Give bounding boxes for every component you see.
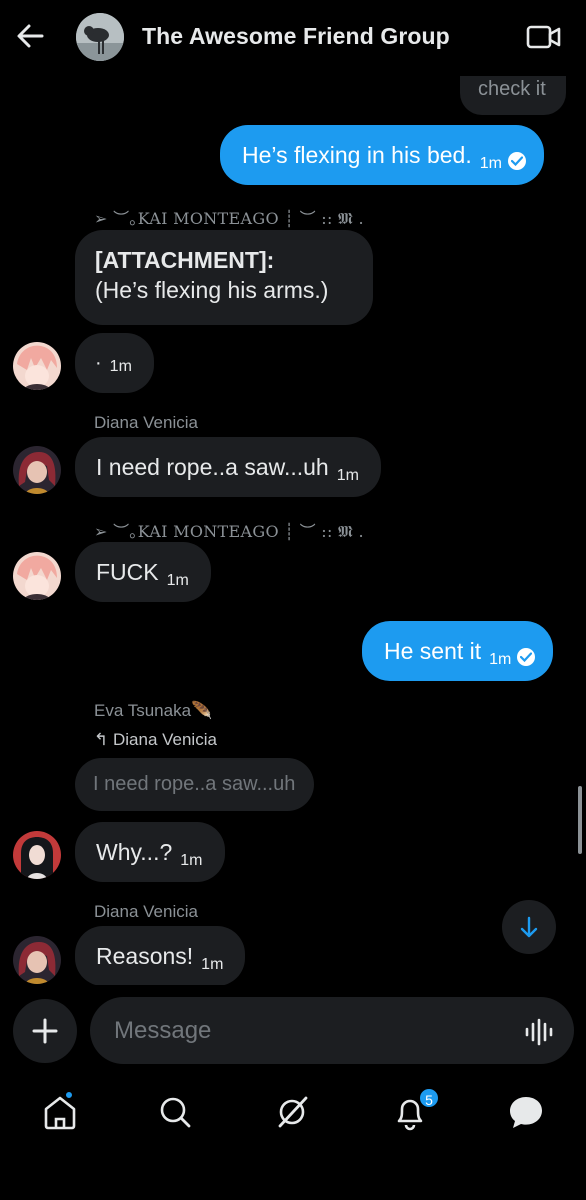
notification-count-badge: 5 xyxy=(418,1087,440,1109)
back-arrow-icon[interactable] xyxy=(14,20,46,52)
search-icon[interactable] xyxy=(155,1092,195,1132)
sender-name: Diana Venicia xyxy=(94,413,198,432)
arrow-down-icon xyxy=(520,916,538,938)
sender-name: ➢ ︶｡KAI MONTEAGO ┊ ︶ :: 𝕸 . xyxy=(94,522,364,541)
message-list[interactable]: check it He’s flexing in his bed. 1m ➢ ︶｡… xyxy=(0,60,586,985)
avatar[interactable] xyxy=(13,446,61,494)
scroll-to-bottom-button[interactable] xyxy=(502,900,556,954)
sender-name: Diana Venicia xyxy=(94,902,198,921)
message-text: He sent it xyxy=(384,638,482,664)
sender-name: Eva Tsunaka🪶 xyxy=(94,701,213,720)
message-text: · xyxy=(95,352,102,374)
quoted-text: I need rope..a saw...uh xyxy=(93,773,296,795)
message-time: 1m xyxy=(166,572,189,589)
message-time: 1m xyxy=(201,956,224,973)
message-text: I need rope..a saw...uh xyxy=(96,454,329,480)
message-text: FUCK xyxy=(96,559,159,585)
sender-name: ➢ ︶｡KAI MONTEAGO ┊ ︶ :: 𝕸 . xyxy=(94,209,364,228)
notification-dot xyxy=(64,1090,74,1100)
message-bubble[interactable]: Reasons! 1m xyxy=(75,926,246,985)
reply-to-name: Diana Venicia xyxy=(112,730,217,749)
message-composer xyxy=(0,988,586,1078)
message-text: (He’s flexing his arms.) xyxy=(95,277,329,303)
message-bubble-outgoing[interactable]: He’s flexing in his bed. 1m xyxy=(220,125,544,185)
avatar[interactable] xyxy=(13,342,61,390)
message-bubble[interactable]: · 1m xyxy=(75,333,154,393)
message-text-heading: [ATTACHMENT]: xyxy=(95,247,275,273)
message-bubble[interactable]: FUCK 1m xyxy=(75,542,211,602)
chat-header: The Awesome Friend Group xyxy=(0,0,586,76)
message-text: He’s flexing in his bed. xyxy=(242,142,472,168)
messages-icon[interactable] xyxy=(506,1092,546,1132)
message-time: 1m xyxy=(180,852,203,869)
scrollbar[interactable] xyxy=(578,786,582,854)
message-text: Why...? xyxy=(96,839,173,865)
group-avatar[interactable] xyxy=(76,13,124,61)
avatar[interactable] xyxy=(13,936,61,984)
video-call-icon[interactable] xyxy=(526,22,562,52)
read-receipt-icon xyxy=(507,152,526,170)
quoted-message[interactable]: I need rope..a saw...uh xyxy=(75,758,315,811)
reply-arrow-icon: ↰ xyxy=(94,730,109,749)
reply-indicator: ↰ Diana Venicia xyxy=(94,730,217,750)
avatar[interactable] xyxy=(13,831,61,879)
message-time: 1m xyxy=(489,651,512,668)
message-text: Reasons! xyxy=(96,943,194,969)
message-bubble[interactable]: I need rope..a saw...uh 1m xyxy=(75,437,381,497)
add-attachment-button[interactable] xyxy=(13,999,77,1063)
chat-title[interactable]: The Awesome Friend Group xyxy=(142,23,450,50)
avatar[interactable] xyxy=(13,552,61,600)
message-bubble-outgoing[interactable]: He sent it 1m xyxy=(362,621,554,681)
voice-message-icon[interactable] xyxy=(524,1018,556,1046)
plus-icon xyxy=(32,1018,58,1044)
message-time: 1m xyxy=(479,155,502,172)
read-receipt-icon xyxy=(517,648,536,666)
message-bubble[interactable]: Why...? 1m xyxy=(75,822,225,882)
message-bubble[interactable]: [ATTACHMENT]: (He’s flexing his arms.) xyxy=(75,230,373,325)
message-input[interactable] xyxy=(90,997,574,1064)
home-icon[interactable] xyxy=(40,1092,80,1132)
grok-icon[interactable] xyxy=(272,1092,312,1132)
message-time: 1m xyxy=(336,467,359,484)
message-text: check it xyxy=(478,78,546,100)
bottom-navigation: 5 xyxy=(0,1078,586,1200)
message-time: 1m xyxy=(109,358,132,375)
